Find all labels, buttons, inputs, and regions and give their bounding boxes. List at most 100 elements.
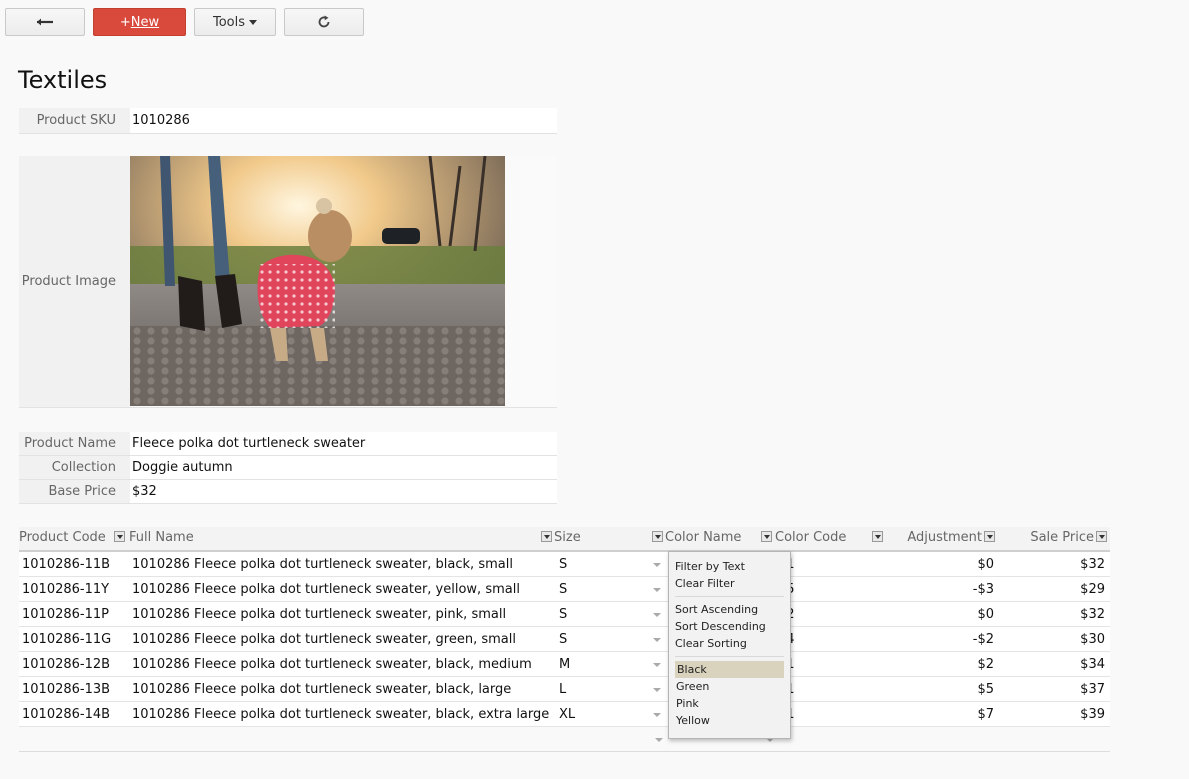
menu-item-clear-filter[interactable]: Clear Filter [669,575,790,592]
cell-adjustment[interactable]: $0 [885,602,997,626]
menu-item-sort-descending[interactable]: Sort Descending [669,618,790,635]
cell-size[interactable]: L [554,677,665,701]
back-button[interactable] [5,8,85,36]
cell-color-code[interactable]: 32 [775,602,885,626]
field-product-name: Product Name Fleece polka dot turtleneck… [19,432,557,456]
dropdown-arrow-icon[interactable] [653,563,661,567]
dropdown-arrow-icon[interactable] [653,613,661,617]
menu-item-filter-by-text[interactable]: Filter by Text [669,558,790,575]
cell-full-name[interactable]: 1010286 Fleece polka dot turtleneck swea… [129,677,554,701]
table-row[interactable]: 1010286-13B 1010286 Fleece polka dot tur… [19,677,1110,702]
cell-product-code[interactable]: 1010286-13B [19,677,129,701]
menu-item-clear-sorting[interactable]: Clear Sorting [669,635,790,652]
cell-sale-price[interactable]: $29 [997,577,1110,601]
cell-full-name[interactable]: 1010286 Fleece polka dot turtleneck swea… [129,702,554,726]
dropdown-arrow-icon[interactable] [653,713,661,717]
column-header-adjustment: Adjustment [885,527,997,550]
cell-size[interactable]: S [554,577,665,601]
field-value[interactable]: $32 [130,480,557,503]
table-row[interactable]: 1010286-11B 1010286 Fleece polka dot tur… [19,552,1110,577]
dropdown-arrow-icon[interactable] [653,638,661,642]
cell-product-code[interactable]: 1010286-11B [19,552,129,576]
cell-size[interactable]: M [554,652,665,676]
field-value[interactable]: Fleece polka dot turtleneck sweater [130,432,557,455]
cell-color-code[interactable]: 01 [775,677,885,701]
field-label: Product Name [19,432,130,455]
cell-full-name[interactable]: 1010286 Fleece polka dot turtleneck swea… [129,627,554,651]
cell-product-code[interactable]: 1010286-11G [19,627,129,651]
cell-color-code[interactable]: 04 [775,627,885,651]
cell-sale-price[interactable]: $34 [997,652,1110,676]
menu-option-pink[interactable]: Pink [669,695,790,712]
column-header-color-name: Color Name [665,527,775,550]
reload-button[interactable] [284,8,364,36]
cell-color-code[interactable]: 01 [775,552,885,576]
cell-sale-price[interactable]: $37 [997,677,1110,701]
table-header: Product Code Full Name Size Color Name C… [19,527,1110,552]
field-value[interactable]: Doggie autumn [130,456,557,479]
cell-sale-price[interactable]: $32 [997,602,1110,626]
table-row[interactable]: 1010286-11G 1010286 Fleece polka dot tur… [19,627,1110,652]
filter-dropdown-icon[interactable] [541,531,552,542]
new-row[interactable] [19,727,1110,752]
table-row[interactable]: 1010286-11P 1010286 Fleece polka dot tur… [19,602,1110,627]
dropdown-arrow-icon[interactable] [653,588,661,592]
cell-product-code[interactable]: 1010286-11Y [19,577,129,601]
column-header-color-code: Color Code [775,527,885,550]
cell-adjustment[interactable]: $0 [885,552,997,576]
menu-option-green[interactable]: Green [669,678,790,695]
cell-product-code[interactable]: 1010286-11P [19,602,129,626]
dropdown-arrow-icon[interactable] [653,688,661,692]
cell-color-code[interactable]: 15 [775,577,885,601]
cell-size[interactable]: S [554,552,665,576]
caret-down-icon [249,19,258,25]
tools-button[interactable]: Tools [194,8,276,36]
field-product-sku: Product SKU 1010286 [19,108,557,134]
column-header-full-name: Full Name [129,527,554,550]
cell-sale-price[interactable]: $39 [997,702,1110,726]
filter-dropdown-icon[interactable] [872,531,883,542]
field-value[interactable]: 1010286 [130,108,557,133]
cell-product-code[interactable]: 1010286-14B [19,702,129,726]
new-label: New [130,14,160,30]
cell-adjustment[interactable]: $2 [885,652,997,676]
arrow-left-icon [37,18,53,26]
table-row[interactable]: 1010286-14B 1010286 Fleece polka dot tur… [19,702,1110,727]
dropdown-arrow-icon[interactable] [653,663,661,667]
cell-adjustment[interactable]: $7 [885,702,997,726]
cell-full-name[interactable]: 1010286 Fleece polka dot turtleneck swea… [129,602,554,626]
table-row[interactable]: 1010286-11Y 1010286 Fleece polka dot tur… [19,577,1110,602]
filter-dropdown-icon[interactable] [1096,531,1107,542]
cell-sale-price[interactable]: $32 [997,552,1110,576]
field-label: Base Price [19,480,130,503]
cell-size[interactable]: XL [554,702,665,726]
product-photo [130,156,505,406]
cell-size[interactable]: S [554,602,665,626]
table-row[interactable]: 1010286-12B 1010286 Fleece polka dot tur… [19,652,1110,677]
cell-full-name[interactable]: 1010286 Fleece polka dot turtleneck swea… [129,552,554,576]
cell-full-name[interactable]: 1010286 Fleece polka dot turtleneck swea… [129,577,554,601]
menu-option-black[interactable]: Black [675,661,784,678]
column-filter-menu: Filter by Text Clear Filter Sort Ascendi… [668,551,791,739]
cell-product-code[interactable]: 1010286-12B [19,652,129,676]
cell-color-code[interactable]: 01 [775,702,885,726]
new-button[interactable]: + New [93,8,186,36]
filter-dropdown-icon[interactable] [761,531,772,542]
cell-adjustment[interactable]: -$2 [885,627,997,651]
field-label: Collection [19,456,130,479]
filter-dropdown-icon[interactable] [984,531,995,542]
column-header-size: Size [554,527,665,550]
cell-adjustment[interactable]: -$3 [885,577,997,601]
menu-item-sort-ascending[interactable]: Sort Ascending [669,601,790,618]
filter-dropdown-icon[interactable] [114,531,125,542]
cell-adjustment[interactable]: $5 [885,677,997,701]
cell-sale-price[interactable]: $30 [997,627,1110,651]
menu-divider [675,596,784,597]
menu-option-yellow[interactable]: Yellow [669,712,790,729]
cell-full-name[interactable]: 1010286 Fleece polka dot turtleneck swea… [129,652,554,676]
dropdown-arrow-icon[interactable] [655,738,663,742]
cell-size[interactable]: S [554,627,665,651]
filter-dropdown-icon[interactable] [652,531,663,542]
field-value[interactable] [130,156,557,407]
cell-color-code[interactable]: 01 [775,652,885,676]
